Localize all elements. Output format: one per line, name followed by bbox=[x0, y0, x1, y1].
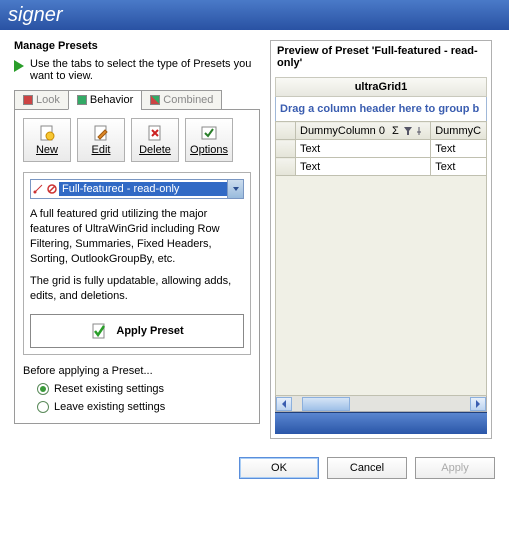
tab-combined[interactable]: Combined bbox=[141, 90, 222, 110]
grid-cell[interactable]: Text bbox=[296, 140, 431, 158]
chevron-right-icon bbox=[475, 400, 481, 408]
grid-empty-area bbox=[275, 176, 487, 396]
new-button[interactable]: New bbox=[23, 118, 71, 162]
row-header[interactable] bbox=[276, 158, 296, 176]
preview-panel: Preview of Preset 'Full-featured - read-… bbox=[270, 40, 492, 439]
cancel-button[interactable]: Cancel bbox=[327, 457, 407, 479]
preset-desc-1: A full featured grid utilizing the major… bbox=[30, 207, 244, 266]
radio-reset-label: Reset existing settings bbox=[54, 383, 164, 395]
row-header[interactable] bbox=[276, 140, 296, 158]
new-label: New bbox=[36, 144, 58, 156]
tab-behavior[interactable]: Behavior bbox=[68, 90, 142, 110]
delete-icon bbox=[146, 124, 164, 142]
apply-button: Apply bbox=[415, 457, 495, 479]
column-label: DummyC bbox=[435, 125, 481, 137]
options-label: Options bbox=[190, 144, 228, 156]
preset-desc-2: The grid is fully updatable, allowing ad… bbox=[30, 274, 244, 304]
edit-label: Edit bbox=[92, 144, 111, 156]
delete-label: Delete bbox=[139, 144, 171, 156]
hint-text: Use the tabs to select the type of Prese… bbox=[30, 58, 260, 82]
sigma-icon[interactable]: Σ bbox=[392, 126, 402, 136]
radio-leave[interactable]: Leave existing settings bbox=[37, 401, 251, 413]
title-bar: signer bbox=[0, 0, 509, 30]
grid-cell[interactable]: Text bbox=[296, 158, 431, 176]
row-header-corner bbox=[276, 122, 296, 140]
delete-button[interactable]: Delete bbox=[131, 118, 179, 162]
preset-tabs: Look Behavior Combined bbox=[14, 90, 260, 110]
horizontal-scrollbar[interactable] bbox=[275, 396, 487, 412]
edit-icon bbox=[92, 124, 110, 142]
radio-icon bbox=[37, 401, 49, 413]
preset-toolbar: New Edit Delete Options bbox=[23, 118, 251, 162]
options-button[interactable]: Options bbox=[185, 118, 233, 162]
radio-leave-label: Leave existing settings bbox=[54, 401, 165, 413]
preset-selector[interactable]: Full-featured - read-only bbox=[30, 179, 244, 199]
pin-icon bbox=[33, 184, 43, 194]
apply-preset-button[interactable]: Apply Preset bbox=[30, 314, 244, 348]
preview-title: Preview of Preset 'Full-featured - read-… bbox=[271, 41, 491, 73]
tab-look[interactable]: Look bbox=[14, 90, 69, 110]
play-icon bbox=[14, 60, 24, 72]
options-icon bbox=[200, 124, 218, 142]
before-apply-label: Before applying a Preset... bbox=[23, 365, 251, 377]
tab-look-label: Look bbox=[36, 94, 60, 106]
chevron-left-icon bbox=[281, 400, 287, 408]
grid-caption: ultraGrid1 bbox=[275, 77, 487, 97]
manage-presets-panel: Manage Presets Use the tabs to select th… bbox=[14, 40, 260, 439]
apply-preset-label: Apply Preset bbox=[116, 325, 183, 337]
grid-cell[interactable]: Text bbox=[431, 158, 487, 176]
column-label: DummyColumn 0 bbox=[300, 125, 385, 137]
preset-selected-text: Full-featured - read-only bbox=[59, 182, 227, 196]
apply-icon bbox=[90, 322, 108, 340]
chevron-down-icon bbox=[232, 185, 240, 193]
column-header[interactable]: DummyC bbox=[431, 122, 487, 140]
tab-combined-label: Combined bbox=[163, 94, 213, 106]
grid-footer bbox=[275, 412, 487, 434]
preset-dropdown-button[interactable] bbox=[227, 180, 243, 198]
ok-button[interactable]: OK bbox=[239, 457, 319, 479]
edit-button[interactable]: Edit bbox=[77, 118, 125, 162]
radio-icon bbox=[37, 383, 49, 395]
scroll-right-button[interactable] bbox=[470, 397, 486, 411]
radio-reset[interactable]: Reset existing settings bbox=[37, 383, 251, 395]
column-header[interactable]: DummyColumn 0 Σ bbox=[296, 122, 431, 140]
no-icon bbox=[47, 184, 57, 194]
tab-behavior-label: Behavior bbox=[90, 94, 133, 106]
svg-text:Σ: Σ bbox=[392, 126, 399, 136]
scroll-left-button[interactable] bbox=[276, 397, 292, 411]
pin-icon[interactable] bbox=[414, 126, 424, 136]
manage-presets-title: Manage Presets bbox=[14, 40, 260, 52]
filter-icon[interactable] bbox=[403, 126, 413, 136]
dialog-buttons: OK Cancel Apply bbox=[0, 449, 509, 487]
preview-grid[interactable]: DummyColumn 0 Σ DummyC TextText TextText bbox=[275, 121, 487, 176]
new-icon bbox=[38, 124, 56, 142]
grid-cell[interactable]: Text bbox=[431, 140, 487, 158]
scroll-thumb[interactable] bbox=[302, 397, 350, 411]
group-by-area[interactable]: Drag a column header here to group b bbox=[275, 97, 487, 121]
